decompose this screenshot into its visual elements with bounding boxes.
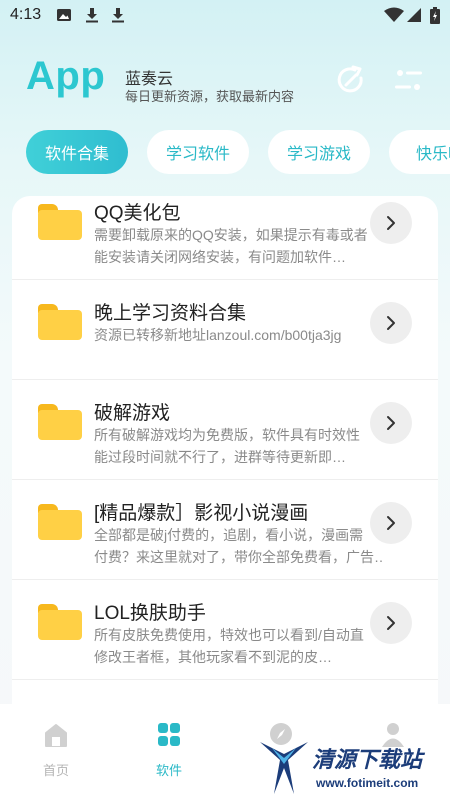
watermark-url: www.fotimeit.com xyxy=(316,776,419,790)
nav-software-label: 软件 xyxy=(155,763,182,778)
signal-icon xyxy=(407,8,421,22)
chevron-right-icon xyxy=(387,216,395,230)
nav-software[interactable]: 软件 xyxy=(134,722,204,782)
open-item-button[interactable] xyxy=(370,302,412,344)
folder-icon xyxy=(38,604,82,640)
nav-home-label: 首页 xyxy=(42,763,69,778)
wifi-icon xyxy=(384,7,404,22)
item-title: 破解游戏 xyxy=(94,403,171,424)
chevron-right-icon xyxy=(387,416,395,430)
refresh-icon[interactable] xyxy=(335,64,367,96)
nav-home[interactable]: 首页 xyxy=(21,722,91,782)
item-desc-line1: 全部都是破j付费的，追剧，看小说，漫画需 xyxy=(94,527,364,543)
resource-list: QQ美化包 需要卸载原来的QQ安装，如果提示有毒或者 能安装请关闭网络安装，有问… xyxy=(12,196,438,736)
watermark: 清源下载站 www.fotimeit.com xyxy=(256,738,436,798)
item-title: QQ美化包 xyxy=(94,203,181,224)
item-desc-line1: 资源已转移新地址lanzoul.com/b00tja3jg xyxy=(94,327,342,343)
item-desc-line2: 能安装请关闭网络安装，有问题加软件… xyxy=(94,249,346,265)
item-desc-line1: 所有皮肤免费使用，特效也可以看到/自动直 xyxy=(94,627,364,643)
list-item[interactable]: QQ美化包 需要卸载原来的QQ安装，如果提示有毒或者 能安装请关闭网络安装，有问… xyxy=(12,196,438,280)
chevron-right-icon xyxy=(387,616,395,630)
item-title: LOL换肤助手 xyxy=(94,603,206,624)
tab-happy[interactable]: 快乐吃 xyxy=(389,130,450,174)
list-item[interactable]: 破解游戏 所有破解游戏均为免费版，软件具有时效性 能过段时间就不行了，进群等待更… xyxy=(12,380,438,480)
item-title: 晚上学习资料合集 xyxy=(94,303,247,324)
app-logo: App xyxy=(26,54,106,98)
chevron-right-icon xyxy=(387,316,395,330)
download-icon xyxy=(112,8,124,23)
folder-icon xyxy=(38,204,82,240)
folder-icon xyxy=(38,504,82,540)
item-title: [精品爆款］影视小说漫画 xyxy=(94,503,309,524)
item-desc-line2: 修改王者框，其他玩家看不到泥的皮… xyxy=(94,649,332,665)
item-desc-line2: 付费？来这里就对了，带你全部免费看，广告… xyxy=(94,549,384,565)
list-item[interactable]: 晚上学习资料合集 资源已转移新地址lanzoul.com/b00tja3jg xyxy=(12,280,438,380)
tab-learning-software[interactable]: 学习软件 xyxy=(147,130,249,174)
tab-software-collection[interactable]: 软件合集 xyxy=(26,130,128,174)
download-icon xyxy=(86,8,98,23)
list-item[interactable]: [精品爆款］影视小说漫画 全部都是破j付费的，追剧，看小说，漫画需 付费？来这里… xyxy=(12,480,438,580)
open-item-button[interactable] xyxy=(370,402,412,444)
open-item-button[interactable] xyxy=(370,202,412,244)
item-desc-line1: 所有破解游戏均为免费版，软件具有时效性 xyxy=(94,427,360,443)
item-desc-line2: 能过段时间就不行了，进群等待更新即… xyxy=(94,449,346,465)
app-subtitle: 每日更新资源，获取最新内容 xyxy=(125,89,295,104)
folder-icon xyxy=(38,404,82,440)
watermark-text: 清源下载站 xyxy=(312,747,423,772)
status-bar: 4:13 xyxy=(0,0,450,30)
item-desc-line1: 需要卸载原来的QQ安装，如果提示有毒或者 xyxy=(94,227,368,243)
open-item-button[interactable] xyxy=(370,602,412,644)
status-time: 4:13 xyxy=(10,6,42,23)
category-tabs: 软件合集 学习软件 学习游戏 快乐吃 xyxy=(0,130,450,176)
watermark-logo-icon xyxy=(260,742,308,794)
filter-icon[interactable] xyxy=(392,64,424,96)
battery-icon xyxy=(430,7,440,24)
grid-icon xyxy=(158,723,180,746)
folder-icon xyxy=(38,304,82,340)
chevron-right-icon xyxy=(387,516,395,530)
list-item[interactable]: LOL换肤助手 所有皮肤免费使用，特效也可以看到/自动直 修改王者框，其他玩家看… xyxy=(12,580,438,680)
home-icon xyxy=(45,724,67,747)
image-icon xyxy=(57,9,71,21)
tab-learning-games[interactable]: 学习游戏 xyxy=(268,130,370,174)
open-item-button[interactable] xyxy=(370,502,412,544)
